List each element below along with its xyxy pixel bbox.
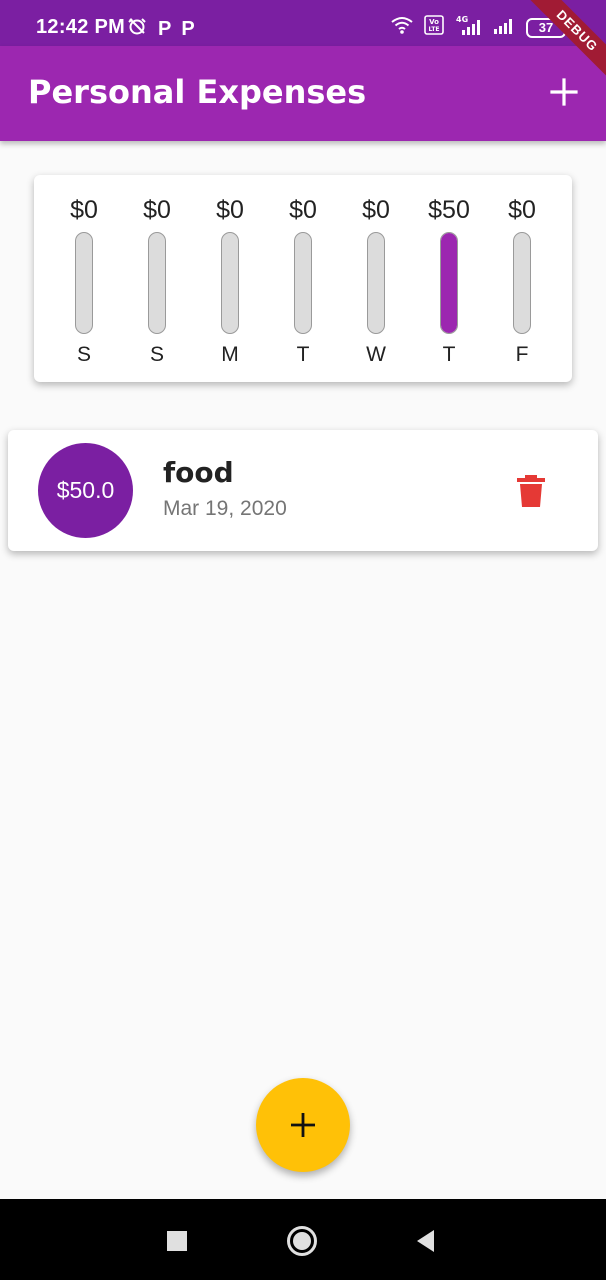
chart-bar-column: $0 S — [48, 193, 120, 368]
chart-bar-day-label: T — [442, 343, 456, 366]
chart-bar-day-label: W — [366, 343, 386, 366]
status-left-icons: P P — [126, 15, 195, 42]
chart-bar-track — [221, 232, 239, 334]
p-icon: P — [181, 17, 195, 40]
chart-bar-column: $0 T — [267, 193, 339, 368]
back-triangle-icon — [417, 1230, 434, 1252]
page-title: Personal Expenses — [28, 73, 367, 111]
plus-icon — [550, 78, 578, 106]
chart-bar-amount: $50 — [428, 196, 470, 224]
chart-bar-day-label: M — [221, 343, 239, 366]
amount-avatar: $50.0 — [38, 443, 133, 538]
chart-bar-column: $50 T — [413, 193, 485, 368]
home-button[interactable] — [286, 1225, 318, 1262]
chart-bar-day-label: S — [149, 343, 164, 366]
home-circle-icon — [287, 1226, 317, 1256]
chart-bar-track — [294, 232, 312, 334]
delete-button[interactable] — [516, 474, 546, 508]
chart-bar-track — [367, 232, 385, 334]
chart-bar-fill — [441, 233, 457, 333]
svg-text:4G: 4G — [456, 15, 468, 24]
status-bar: 12:42 PM P P Vo LTE 4G 37 — [0, 0, 606, 46]
chart-bar-amount: $0 — [508, 196, 536, 224]
chart-bar-day-label: S — [76, 343, 91, 366]
chart-bar-amount: $0 — [70, 196, 98, 224]
chart-bar-amount: $0 — [143, 196, 171, 224]
recents-button[interactable] — [166, 1230, 188, 1257]
transaction-card: $50.0 food Mar 19, 2020 — [8, 430, 598, 551]
add-fab-button[interactable] — [256, 1078, 350, 1172]
system-nav-bar — [0, 1199, 606, 1280]
plus-icon — [291, 1113, 315, 1137]
alarm-off-icon — [126, 15, 148, 42]
svg-text:LTE: LTE — [428, 26, 439, 33]
status-right-icons: Vo LTE 4G 37 — [390, 14, 569, 41]
svg-text:Vo: Vo — [429, 18, 439, 26]
app-bar: Personal Expenses — [0, 46, 606, 141]
add-transaction-button[interactable] — [546, 74, 582, 110]
volte-icon: Vo LTE — [424, 15, 444, 40]
back-button[interactable] — [414, 1228, 436, 1259]
chart-bar-track — [75, 232, 93, 334]
chart-bar-amount: $0 — [289, 196, 317, 224]
signal-4g-icon: 4G — [454, 14, 482, 41]
chart-bar-column: $0 F — [486, 193, 558, 368]
chart-bar-amount: $0 — [362, 196, 390, 224]
transaction-amount: $50.0 — [56, 477, 115, 503]
chart-bar-track — [440, 232, 458, 334]
transaction-date: Mar 19, 2020 — [163, 497, 287, 520]
chart-bar-day-label: T — [296, 343, 310, 366]
chart-bar-amount: $0 — [216, 196, 244, 224]
trash-icon — [517, 475, 545, 507]
p-icon: P — [158, 17, 172, 40]
transaction-title: food — [163, 456, 234, 489]
chart-bars: $0 S $0 S $0 M $0 T $0 W $50 T $0 F — [48, 193, 558, 368]
chart-bar-track — [148, 232, 166, 334]
wifi-icon — [390, 15, 414, 40]
chart-bar-column: $0 S — [121, 193, 193, 368]
status-time: 12:42 PM — [36, 16, 126, 38]
weekly-chart-card: $0 S $0 S $0 M $0 T $0 W $50 T $0 F — [34, 175, 572, 382]
chart-bar-column: $0 W — [340, 193, 412, 368]
signal-icon — [492, 15, 516, 40]
square-icon — [167, 1231, 187, 1251]
chart-bar-column: $0 M — [194, 193, 266, 368]
chart-bar-track — [513, 232, 531, 334]
chart-bar-day-label: F — [515, 343, 529, 366]
